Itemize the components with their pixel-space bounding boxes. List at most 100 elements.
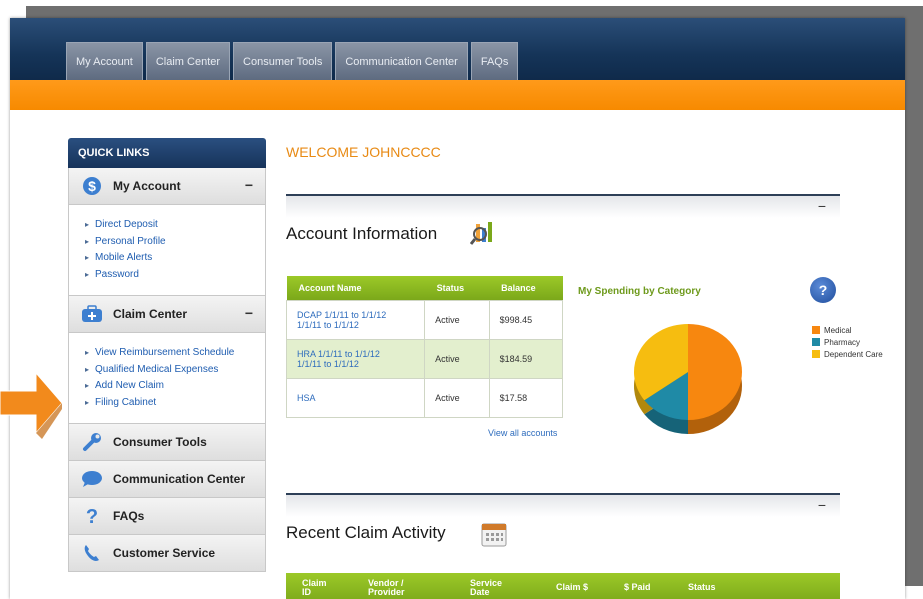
column-header-paid: $ Paid: [624, 582, 651, 592]
question-mark-icon: ?: [81, 506, 103, 526]
help-button[interactable]: ?: [810, 277, 836, 303]
phone-icon: [81, 543, 103, 563]
collapse-icon[interactable]: −: [818, 198, 826, 214]
magnifier-chart-icon: [469, 220, 498, 246]
link-filing-cabinet[interactable]: Filing Cabinet: [85, 395, 265, 412]
wrench-icon: [81, 432, 103, 452]
tab-consumer-tools[interactable]: Consumer Tools: [233, 42, 333, 80]
link-direct-deposit[interactable]: Direct Deposit: [85, 217, 265, 234]
tab-communication-center[interactable]: Communication Center: [335, 42, 468, 80]
sidebar-section-customer-service[interactable]: Customer Service: [68, 535, 266, 572]
legend-label: Pharmacy: [824, 337, 861, 347]
nav-tabs: My Account Claim Center Consumer Tools C…: [66, 42, 521, 80]
balance-cell: $184.59: [488, 338, 564, 379]
medical-bag-icon: [81, 304, 103, 324]
link-password[interactable]: Password: [85, 267, 265, 284]
account-name-line: DCAP 1/1/11 to 1/1/12: [297, 309, 387, 320]
column-header-balance: Balance: [489, 276, 563, 300]
quick-links-header: QUICK LINKS: [68, 138, 266, 168]
collapse-icon[interactable]: −: [818, 497, 826, 513]
column-header-account-name: Account Name: [286, 276, 425, 300]
link-qualified-medical-expenses[interactable]: Qualified Medical Expenses: [85, 362, 265, 379]
drop-shadow-right: [905, 6, 923, 586]
column-header-status: Status: [424, 276, 490, 300]
welcome-heading: WELCOME JOHNCCCC: [286, 144, 441, 160]
screenshot-stage: My Account Claim Center Consumer Tools C…: [0, 0, 923, 599]
sidebar-section-label: Claim Center: [113, 307, 188, 321]
quick-links-sidebar: QUICK LINKS $ My Account − Direct Deposi…: [68, 138, 266, 572]
sidebar-section-label: FAQs: [113, 509, 145, 523]
legend-item-medical: Medical: [812, 324, 883, 336]
status-cell: Active: [424, 299, 490, 340]
my-account-links: Direct Deposit Personal Profile Mobile A…: [68, 205, 266, 296]
account-name-cell[interactable]: HRA 1/1/11 to 1/1/12 1/1/11 to 1/1/12: [285, 338, 426, 379]
sidebar-section-faqs[interactable]: ? FAQs: [68, 498, 266, 535]
sidebar-section-label: Communication Center: [113, 472, 246, 486]
orange-pointer-arrow-icon: [0, 371, 62, 439]
balance-cell: $17.58: [488, 377, 564, 418]
table-row[interactable]: HSA Active $17.58: [285, 377, 564, 418]
recent-claims-divider: −: [286, 493, 840, 517]
tab-my-account[interactable]: My Account: [66, 42, 143, 80]
header-line: Date: [470, 587, 490, 597]
sidebar-section-label: Consumer Tools: [113, 435, 207, 449]
sidebar-section-claim-center[interactable]: Claim Center −: [68, 296, 266, 333]
recent-claim-activity-title: Recent Claim Activity: [286, 523, 446, 542]
sidebar-section-communication-center[interactable]: Communication Center: [68, 461, 266, 498]
orange-accent-bar: [10, 80, 905, 110]
table-row[interactable]: HRA 1/1/11 to 1/1/12 1/1/11 to 1/1/12 Ac…: [285, 338, 564, 379]
legend-item-dependent-care: Dependent Care: [812, 348, 883, 360]
account-name-cell[interactable]: DCAP 1/1/11 to 1/1/12 1/1/11 to 1/1/12: [285, 299, 426, 340]
view-all-accounts-link[interactable]: View all accounts: [488, 428, 557, 438]
collapse-icon[interactable]: −: [245, 177, 253, 193]
table-header-row: Account Name Status Balance: [286, 276, 563, 300]
account-info-divider: −: [286, 194, 840, 218]
sidebar-section-consumer-tools[interactable]: Consumer Tools: [68, 424, 266, 461]
portal-window: My Account Claim Center Consumer Tools C…: [10, 18, 905, 599]
column-header-service-date: Service Date: [470, 579, 502, 597]
status-cell: Active: [424, 377, 490, 418]
sidebar-section-label: My Account: [113, 179, 181, 193]
legend-label: Dependent Care: [824, 349, 883, 359]
account-name-line: 1/1/11 to 1/1/12: [297, 358, 359, 369]
column-header-claim-amount: Claim $: [556, 582, 589, 592]
account-table: Account Name Status Balance DCAP 1/1/11 …: [285, 276, 564, 418]
link-add-new-claim[interactable]: Add New Claim: [85, 378, 265, 395]
speech-bubble-icon: [81, 469, 103, 489]
account-information-title: Account Information: [286, 224, 438, 243]
calendar-icon: [480, 520, 508, 547]
collapse-icon[interactable]: −: [245, 305, 253, 321]
legend-swatch: [812, 338, 820, 346]
balance-cell: $998.45: [488, 299, 564, 340]
dollar-icon: $: [81, 176, 103, 196]
legend-swatch: [812, 326, 820, 334]
account-name-line: HSA: [297, 392, 316, 403]
pie-top: [634, 324, 742, 420]
tab-claim-center[interactable]: Claim Center: [145, 42, 231, 80]
legend-label: Medical: [824, 325, 852, 335]
link-view-reimbursement-schedule[interactable]: View Reimbursement Schedule: [85, 345, 265, 362]
sidebar-section-label: Customer Service: [113, 546, 216, 560]
link-mobile-alerts[interactable]: Mobile Alerts: [85, 250, 265, 267]
column-header-vendor: Vendor / Provider: [368, 579, 405, 597]
tab-faqs[interactable]: FAQs: [470, 42, 519, 80]
legend-item-pharmacy: Pharmacy: [812, 336, 883, 348]
table-row[interactable]: DCAP 1/1/11 to 1/1/12 1/1/11 to 1/1/12 A…: [285, 299, 564, 340]
account-name-cell[interactable]: HSA: [285, 377, 426, 418]
column-header-status: Status: [688, 582, 716, 592]
top-navigation-bar: My Account Claim Center Consumer Tools C…: [10, 18, 905, 80]
header-line: ID: [302, 587, 311, 597]
account-name-line: HRA 1/1/11 to 1/1/12: [297, 348, 380, 359]
column-header-claim-id: Claim ID: [302, 579, 327, 597]
sidebar-section-my-account[interactable]: $ My Account −: [68, 168, 266, 205]
link-personal-profile[interactable]: Personal Profile: [85, 234, 265, 251]
spending-legend: Medical Pharmacy Dependent Care: [812, 324, 883, 360]
spending-pie-chart: [634, 324, 742, 434]
header-line: Provider: [368, 587, 405, 597]
claims-table-header: Claim ID Vendor / Provider Service Date Cla…: [286, 573, 840, 599]
claim-center-links: View Reimbursement Schedule Qualified Me…: [68, 333, 266, 424]
spending-chart-title: My Spending by Category: [578, 286, 701, 297]
account-name-line: 1/1/11 to 1/1/12: [297, 319, 359, 330]
drop-shadow-top: [26, 6, 923, 18]
svg-text:$: $: [88, 178, 96, 194]
